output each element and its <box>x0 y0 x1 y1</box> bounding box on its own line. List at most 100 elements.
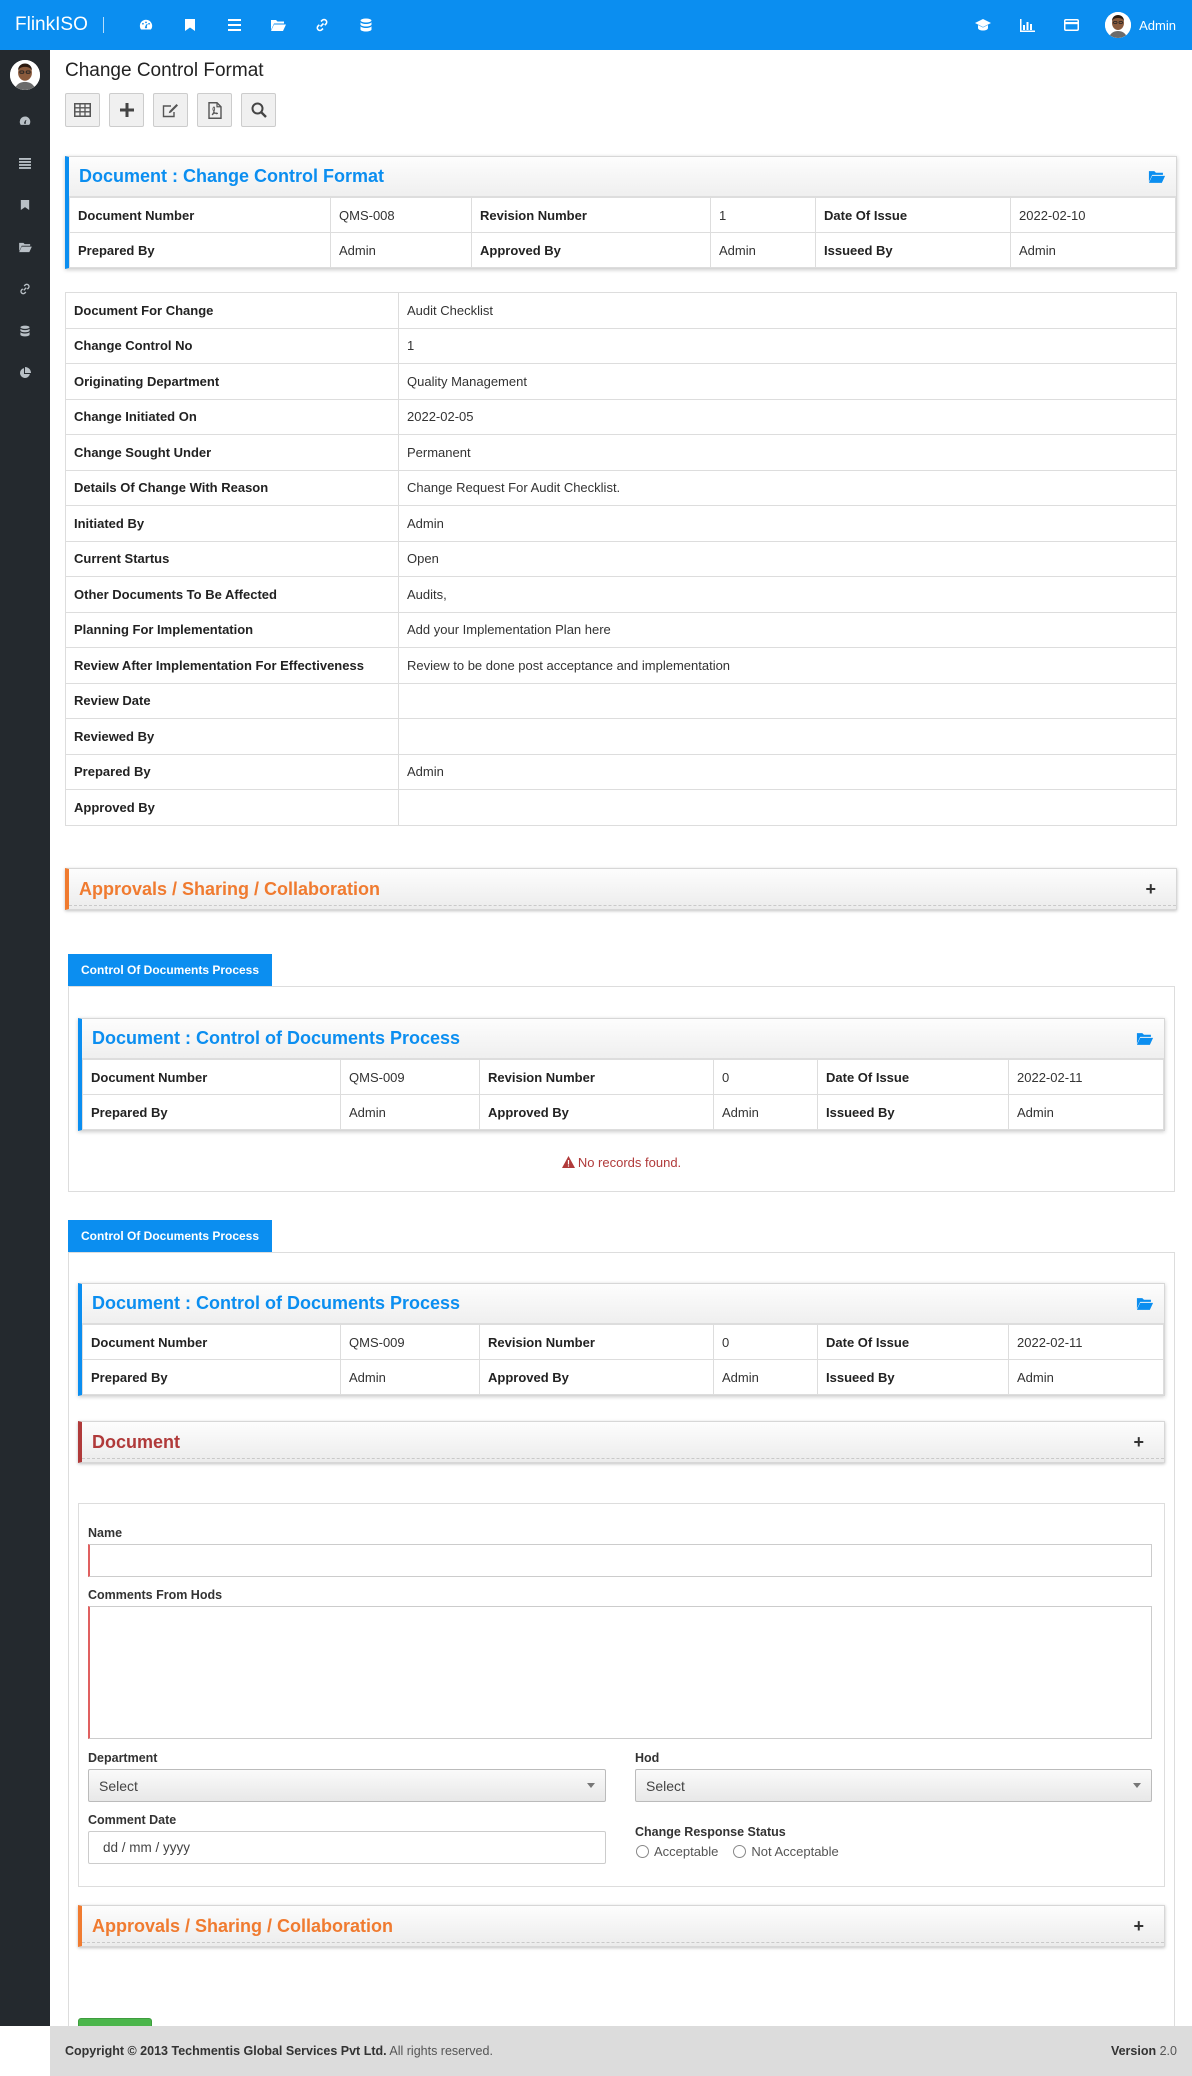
detail-label: Change Control No <box>65 327 399 364</box>
bookmark-icon[interactable] <box>168 0 212 50</box>
doc-number-label: Document Number <box>69 197 331 233</box>
process-document-title: Document : Control of Documents Process <box>92 1028 461 1048</box>
document-section-panel[interactable]: Document + <box>78 1421 1165 1463</box>
pdf-icon <box>207 101 222 119</box>
sidebar-link-icon[interactable] <box>0 268 50 310</box>
expand-plus-icon[interactable]: + <box>1145 879 1156 900</box>
add-button[interactable] <box>109 93 144 127</box>
issued-by-label: Issueed By <box>817 1094 1009 1130</box>
link-icon[interactable] <box>300 0 344 50</box>
detail-label: Details Of Change With Reason <box>65 469 399 506</box>
detail-value: Audits, <box>398 576 1177 613</box>
approved-by-label: Approved By <box>479 1359 714 1395</box>
date-of-issue-label: Date Of Issue <box>817 1324 1009 1360</box>
status-radio-group: Acceptable Not Acceptable <box>635 1844 839 1859</box>
user-menu[interactable]: Admin <box>1093 12 1192 38</box>
name-input[interactable] <box>88 1544 1152 1577</box>
sidebar-database-icon[interactable] <box>0 310 50 352</box>
user-name: Admin <box>1139 17 1176 33</box>
comments-textarea[interactable] <box>88 1606 1152 1739</box>
sidebar-dashboard-icon[interactable] <box>0 100 50 142</box>
detail-value <box>398 718 1177 755</box>
expand-plus-icon[interactable]: + <box>1133 1916 1144 1937</box>
table-row: Approved By <box>65 789 1177 826</box>
status-label: Change Response Status <box>635 1825 786 1839</box>
revision-value: 1 <box>710 197 816 233</box>
approvals-panel[interactable]: Approvals / Sharing / Collaboration + <box>65 868 1177 910</box>
doc-number-label: Document Number <box>82 1324 341 1360</box>
table-row: Review After Implementation For Effectiv… <box>65 647 1177 684</box>
detail-value: 2022-02-05 <box>398 398 1177 435</box>
pdf-button[interactable] <box>197 93 232 127</box>
list-icon[interactable] <box>212 0 256 50</box>
sidebar-avatar[interactable] <box>0 50 50 100</box>
detail-label: Prepared By <box>65 753 399 790</box>
caret-down-icon <box>1133 1783 1141 1788</box>
detail-value: Review to be done post acceptance and im… <box>398 647 1177 684</box>
hod-select[interactable]: Select <box>635 1769 1152 1802</box>
approved-by-label: Approved By <box>471 232 711 268</box>
doc-number-value: QMS-009 <box>340 1324 480 1360</box>
graduation-cap-icon[interactable] <box>961 0 1005 50</box>
approved-by-value: Admin <box>713 1094 818 1130</box>
change-details-table: Document For Change Audit Checklist Change… <box>65 292 1177 826</box>
folder-open-icon[interactable] <box>1136 1032 1154 1046</box>
rights-text: All rights reserved. <box>389 2044 493 2058</box>
radio-not-acceptable[interactable] <box>733 1845 747 1858</box>
approvals-title: Approvals / Sharing / Collaboration <box>79 878 381 899</box>
detail-value: Open <box>398 540 1177 577</box>
revision-value: 0 <box>713 1059 818 1095</box>
folder-open-icon[interactable] <box>256 0 300 50</box>
copyright-prefix: Copyright © 2013 <box>65 2044 168 2058</box>
revision-label: Revision Number <box>471 197 711 233</box>
process-meta-table: Document Number QMS-009 Revision Number … <box>82 1324 1164 1395</box>
comment-date-input[interactable]: dd / mm / yyyy <box>88 1831 606 1864</box>
table-row: Planning For Implementation Add your Impl… <box>65 611 1177 648</box>
doc-number-value: QMS-008 <box>330 197 472 233</box>
edit-button[interactable] <box>153 93 188 127</box>
comment-date-placeholder: dd / mm / yyyy <box>103 1840 191 1855</box>
credit-card-icon[interactable] <box>1049 0 1093 50</box>
search-button[interactable] <box>241 93 276 127</box>
brand-logo[interactable]: FlinkISO <box>0 14 100 36</box>
process-document-panel: Document : Control of Documents Process … <box>78 1283 1165 1396</box>
dashboard-icon[interactable] <box>124 0 168 50</box>
date-of-issue-label: Date Of Issue <box>815 197 1011 233</box>
prepared-by-label: Prepared By <box>82 1359 341 1395</box>
process-fieldset: Document : Control of Documents Process … <box>68 986 1175 1192</box>
caret-down-icon <box>587 1783 595 1788</box>
database-icon[interactable] <box>344 0 388 50</box>
approvals-panel-form[interactable]: Approvals / Sharing / Collaboration + <box>78 1905 1165 1947</box>
detail-label: Approved By <box>65 789 399 826</box>
company-name: Techmentis Global Services Pvt Ltd. <box>171 2044 387 2058</box>
table-icon <box>74 103 91 117</box>
radio-acceptable[interactable] <box>636 1845 649 1858</box>
folder-open-icon[interactable] <box>1136 1297 1154 1311</box>
detail-label: Change Sought Under <box>65 434 399 471</box>
revision-value: 0 <box>713 1324 818 1360</box>
detail-label: Change Initiated On <box>65 398 399 435</box>
response-form: Name Comments From Hods Department Selec… <box>78 1503 1165 1887</box>
sidebar-pie-chart-icon[interactable] <box>0 352 50 394</box>
detail-label: Planning For Implementation <box>65 611 399 648</box>
table-row: Prepared By Admin <box>65 753 1177 790</box>
sidebar-folder-open-icon[interactable] <box>0 226 50 268</box>
table-row: Change Sought Under Permanent <box>65 434 1177 471</box>
detail-value: Add your Implementation Plan here <box>398 611 1177 648</box>
bar-chart-icon[interactable] <box>1005 0 1049 50</box>
search-icon <box>251 102 267 118</box>
revision-label: Revision Number <box>479 1324 714 1360</box>
tab-control-of-documents-process-2[interactable]: Control Of Documents Process <box>68 1220 273 1252</box>
expand-plus-icon[interactable]: + <box>1133 1432 1144 1453</box>
approvals-title: Approvals / Sharing / Collaboration <box>92 1915 394 1936</box>
detail-label: Review After Implementation For Effectiv… <box>65 647 399 684</box>
sidebar-list-icon[interactable] <box>0 142 50 184</box>
tab-control-of-documents-process[interactable]: Control Of Documents Process <box>68 954 273 986</box>
department-select[interactable]: Select <box>88 1769 606 1802</box>
table-row: Change Control No 1 <box>65 327 1177 364</box>
prepared-by-value: Admin <box>330 232 472 268</box>
folder-open-icon[interactable] <box>1148 170 1166 184</box>
sidebar-bookmark-icon[interactable] <box>0 184 50 226</box>
table-view-button[interactable] <box>65 93 100 127</box>
process-meta-table: Document Number QMS-009 Revision Number … <box>82 1059 1164 1130</box>
